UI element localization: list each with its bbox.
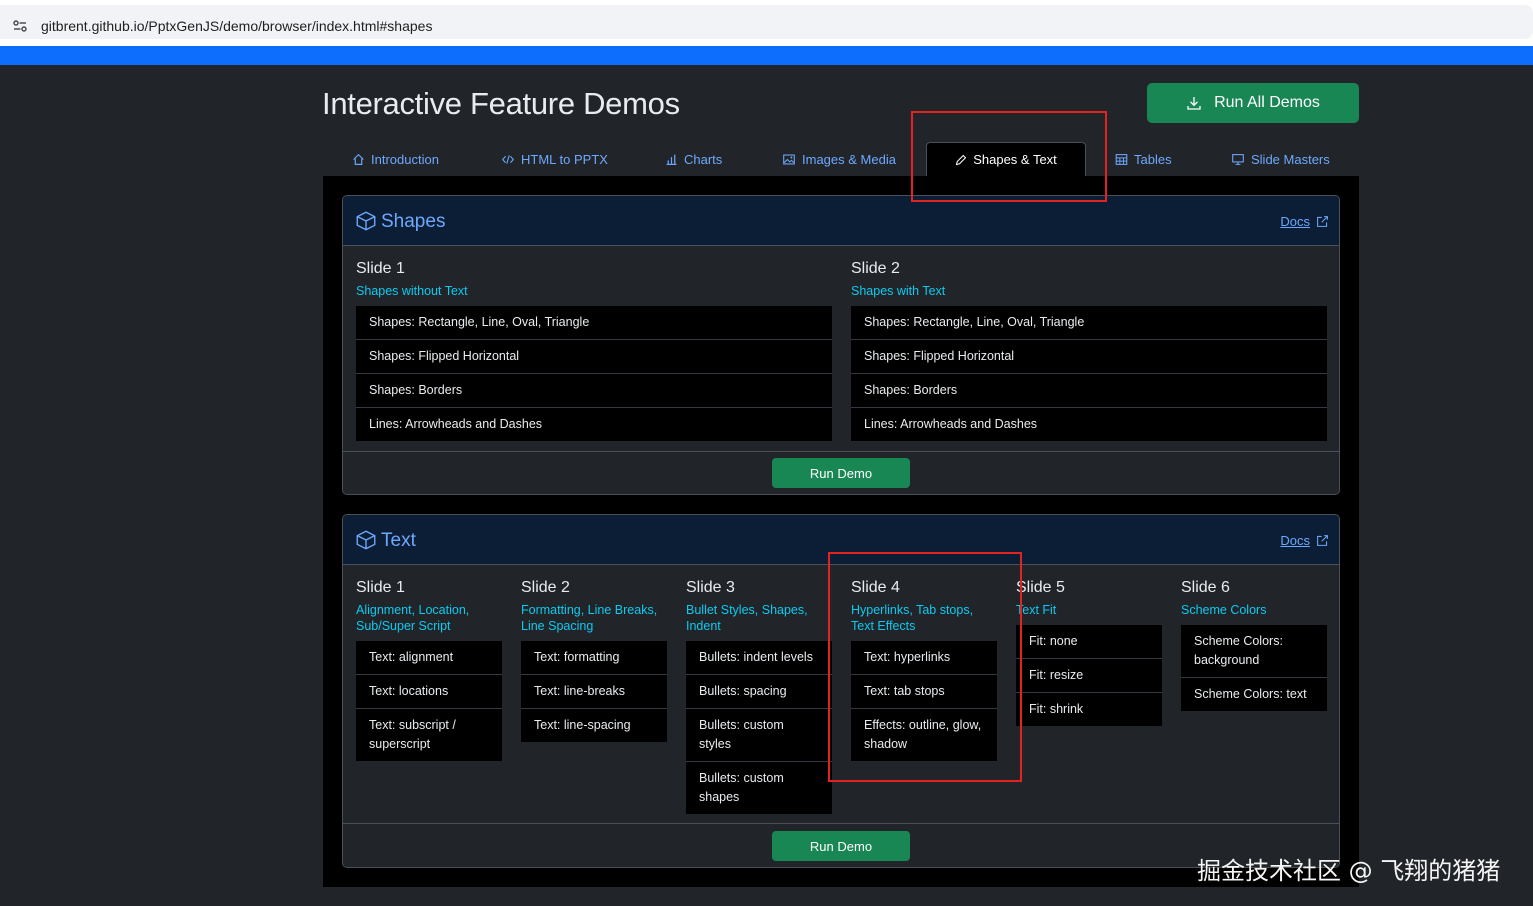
easel-icon — [1232, 153, 1244, 165]
slide-title: Slide 2 — [851, 260, 900, 277]
list-item: Lines: Arrowheads and Dashes — [851, 408, 1327, 441]
run-all-label: Run All Demos — [1214, 94, 1320, 111]
slide-subtitle: Alignment, Location, Sub/Super Script — [356, 603, 470, 633]
home-icon — [353, 153, 364, 165]
run-demo-button[interactable]: Run Demo — [772, 458, 910, 488]
list-item: Shapes: Borders — [356, 374, 832, 408]
list-item: Bullets: spacing — [686, 675, 832, 709]
docs-link[interactable]: Docs — [1280, 533, 1329, 548]
slide-items-list: Bullets: indent levels Bullets: spacing … — [686, 641, 832, 814]
slide-title: Slide 1 — [356, 260, 405, 277]
tab-images-media[interactable]: Images & Media — [782, 142, 896, 176]
tab-slide-masters[interactable]: Slide Masters — [1231, 142, 1330, 176]
highlight-box-slide4 — [828, 552, 1022, 782]
list-item: Text: line-breaks — [521, 675, 667, 709]
url-text: gitbrent.github.io/PptxGenJS/demo/browse… — [41, 18, 433, 34]
list-item: Shapes: Flipped Horizontal — [356, 340, 832, 374]
demo-tabs: Introduction HTML to PPTX Charts Images … — [323, 142, 1359, 176]
list-item: Fit: resize — [1016, 659, 1162, 693]
slide-subtitle: Shapes with Text — [851, 284, 946, 298]
image-icon — [783, 154, 795, 164]
list-item: Fit: none — [1016, 625, 1162, 659]
list-item: Bullets: indent levels — [686, 641, 832, 675]
list-item: Shapes: Rectangle, Line, Oval, Triangle — [851, 306, 1327, 340]
slide-subtitle: Formatting, Line Breaks, Line Spacing — [521, 603, 658, 633]
slide-title: Slide 3 — [686, 579, 735, 596]
slide-group: Slide 1 Shapes without Text — [356, 260, 832, 299]
slide-items-list: Text: alignment Text: locations Text: su… — [356, 641, 502, 761]
slide-subtitle: Bullet Styles, Shapes, Indent — [686, 603, 808, 633]
external-link-icon — [1317, 216, 1328, 227]
list-item: Bullets: custom shapes — [686, 762, 832, 814]
card-footer: Run Demo — [343, 823, 1339, 867]
slide-group: Slide 3 Bullet Styles, Shapes, Indent — [686, 579, 832, 634]
list-item: Text: alignment — [356, 641, 502, 675]
slide-subtitle: Scheme Colors — [1181, 603, 1267, 617]
docs-label: Docs — [1280, 214, 1310, 229]
docs-link[interactable]: Docs — [1280, 214, 1329, 229]
slide-subtitle: Shapes without Text — [356, 284, 468, 298]
card-title: Shapes — [381, 211, 446, 232]
slide-group: Slide 2 Formatting, Line Breaks, Line Sp… — [521, 579, 669, 634]
list-item: Shapes: Flipped Horizontal — [851, 340, 1327, 374]
slide-group: Slide 5 Text Fit — [1016, 579, 1162, 618]
list-item: Text: formatting — [521, 641, 667, 675]
browser-address-bar: gitbrent.github.io/PptxGenJS/demo/browse… — [0, 0, 1533, 46]
card-title: Text — [381, 530, 416, 551]
tab-introduction[interactable]: Introduction — [352, 142, 439, 176]
run-demo-button[interactable]: Run Demo — [772, 831, 910, 861]
slide-title: Slide 1 — [356, 579, 405, 596]
site-navbar — [0, 46, 1533, 65]
list-item: Text: subscript / superscript — [356, 709, 502, 761]
tab-html-to-pptx[interactable]: HTML to PPTX — [501, 142, 608, 176]
slide-title: Slide 2 — [521, 579, 570, 596]
slide-group: Slide 6 Scheme Colors — [1181, 579, 1327, 618]
highlight-box-tab — [911, 111, 1107, 202]
slide-items-list: Fit: none Fit: resize Fit: shrink — [1016, 625, 1162, 726]
list-item: Lines: Arrowheads and Dashes — [356, 408, 832, 441]
slide-subtitle: Text Fit — [1016, 603, 1057, 617]
list-item: Shapes: Rectangle, Line, Oval, Triangle — [356, 306, 832, 340]
tab-label: Images & Media — [802, 151, 896, 167]
tab-label: HTML to PPTX — [521, 151, 608, 167]
download-icon — [1187, 97, 1201, 110]
tab-tables[interactable]: Tables — [1115, 142, 1172, 176]
box-icon — [356, 530, 376, 550]
list-item: Bullets: custom styles — [686, 709, 832, 762]
slide-group: Slide 2 Shapes with Text — [851, 260, 1327, 299]
tab-label: Slide Masters — [1251, 151, 1330, 167]
site-settings-icon[interactable] — [12, 18, 28, 34]
tab-label: Charts — [684, 151, 723, 167]
shapes-card: Shapes Docs Slide 1 Shapes without Text … — [342, 195, 1340, 495]
card-footer: Run Demo — [343, 451, 1339, 494]
list-item: Scheme Colors: background — [1181, 625, 1327, 678]
list-item: Fit: shrink — [1016, 693, 1162, 726]
list-item: Shapes: Borders — [851, 374, 1327, 408]
list-item: Text: line-spacing — [521, 709, 667, 742]
watermark: 掘金技术社区 @ 飞翔的猪猪 — [1197, 857, 1501, 885]
code-icon — [502, 154, 514, 164]
run-all-demos-button[interactable]: Run All Demos — [1147, 83, 1359, 123]
slide-items-list: Scheme Colors: background Scheme Colors:… — [1181, 625, 1327, 711]
card-header: Shapes Docs — [343, 196, 1339, 246]
box-icon — [356, 211, 376, 231]
bar-chart-icon — [666, 154, 677, 165]
url-field[interactable]: gitbrent.github.io/PptxGenJS/demo/browse… — [0, 5, 1533, 39]
slide-group: Slide 1 Alignment, Location, Sub/Super S… — [356, 579, 502, 634]
tab-label: Introduction — [371, 151, 439, 167]
page-title: Interactive Feature Demos — [322, 86, 680, 121]
list-item: Text: locations — [356, 675, 502, 709]
slide-title: Slide 5 — [1016, 579, 1065, 596]
table-icon — [1115, 153, 1128, 165]
docs-label: Docs — [1280, 533, 1310, 548]
tab-label: Tables — [1134, 151, 1172, 167]
slide-items-list: Shapes: Rectangle, Line, Oval, Triangle … — [851, 306, 1327, 441]
slide-items-list: Shapes: Rectangle, Line, Oval, Triangle … — [356, 306, 832, 441]
list-item: Scheme Colors: text — [1181, 678, 1327, 711]
slide-items-list: Text: formatting Text: line-breaks Text:… — [521, 641, 667, 742]
external-link-icon — [1317, 535, 1328, 546]
slide-title: Slide 6 — [1181, 579, 1230, 596]
tab-charts[interactable]: Charts — [665, 142, 722, 176]
